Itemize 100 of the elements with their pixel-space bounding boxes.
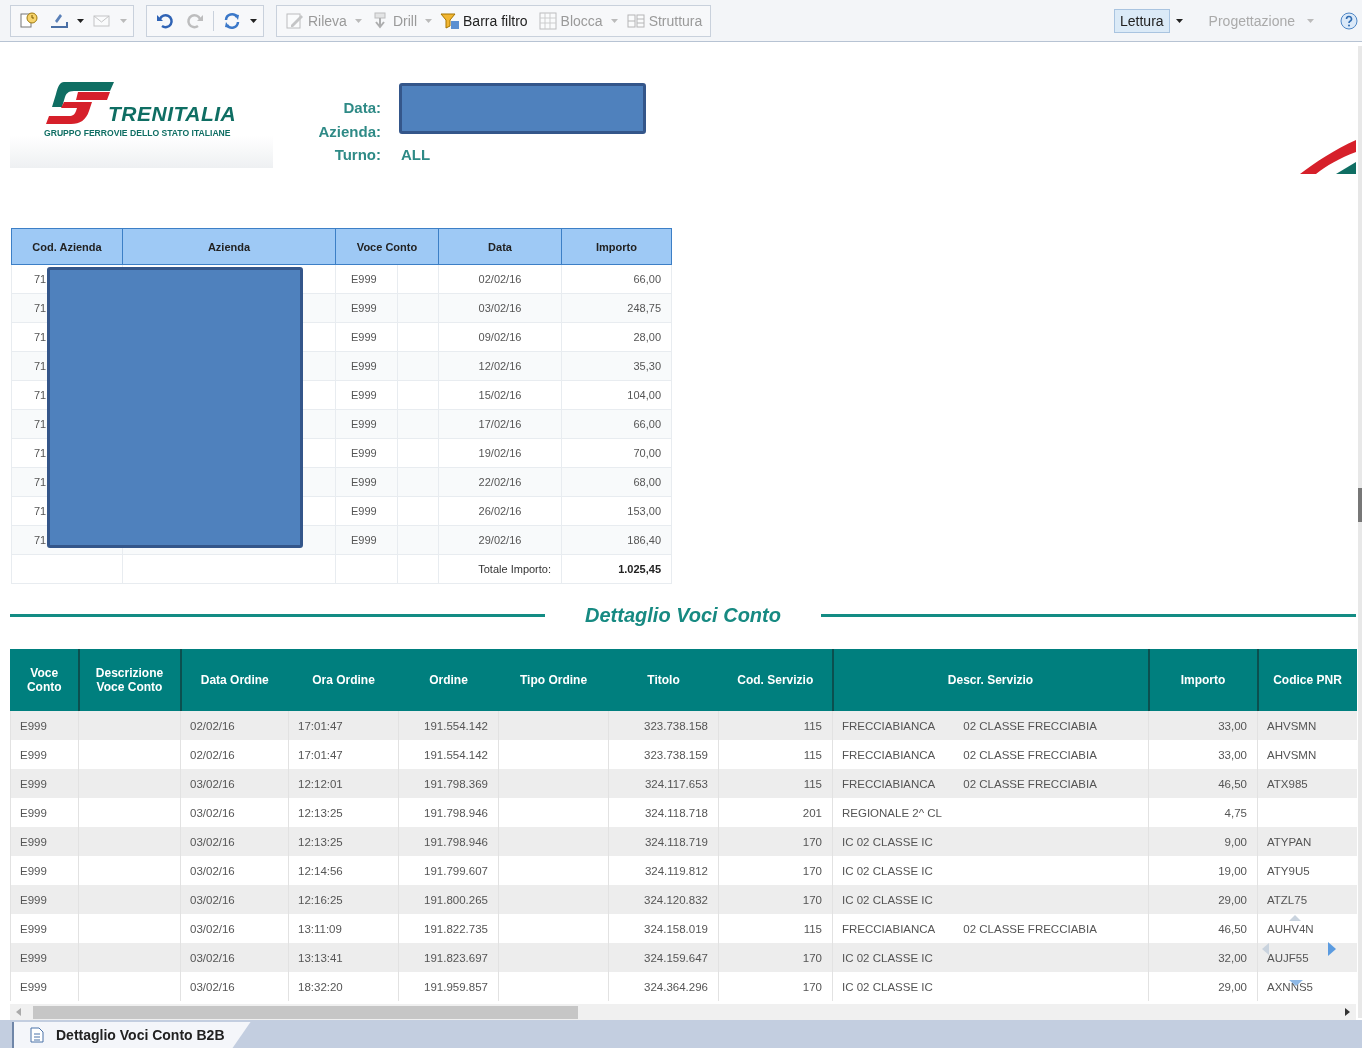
- table-cell: E999: [335, 496, 398, 526]
- column-header[interactable]: Descrizione Voce Conto: [78, 649, 181, 711]
- table-cell: E999: [335, 264, 398, 294]
- table-cell: 12:12:01: [288, 769, 399, 798]
- table-cell: 13:13:41: [288, 943, 399, 972]
- table-cell: 26/02/16: [438, 496, 562, 526]
- table-cell: 02 CLASSE FRECCIABIA: [963, 777, 1097, 790]
- scroll-left-icon[interactable]: [14, 1007, 24, 1017]
- column-header[interactable]: Voce Conto: [10, 649, 79, 711]
- table-cell: 66,00: [561, 264, 672, 294]
- table-cell: 115: [718, 711, 833, 740]
- filter-icon: [440, 10, 460, 31]
- table-cell: 324.364.296: [608, 972, 719, 1001]
- table-cell: IC 02 CLASSE IC: [832, 827, 1149, 856]
- table-cell: IC 02 CLASSE IC: [832, 972, 1149, 1001]
- field-label: Azienda:: [317, 121, 381, 142]
- toolbar-button[interactable]: Barra filtro: [438, 7, 530, 34]
- sheet-tab[interactable]: Dettaglio Voci Conto B2B: [12, 1022, 251, 1048]
- table-cell: 324.118.719: [608, 827, 719, 856]
- table-cell: E999: [335, 380, 398, 410]
- column-header[interactable]: Cod. Azienda: [11, 228, 123, 265]
- column-header[interactable]: Cod. Servizio: [718, 649, 833, 711]
- table-cell: 18:32:20: [288, 972, 399, 1001]
- table-cell: E999: [335, 293, 398, 323]
- table-cell: FRECCIABIANCA: [842, 922, 936, 935]
- scroll-thumb[interactable]: [1358, 488, 1362, 522]
- table-cell: 153,00: [561, 496, 672, 526]
- column-header[interactable]: Importo: [561, 228, 672, 265]
- table-cell: 324.120.832: [608, 885, 719, 914]
- table-cell: IC 02 CLASSE IC: [832, 943, 1149, 972]
- column-header[interactable]: Data Ordine: [180, 649, 289, 711]
- table-cell: 22/02/16: [438, 467, 562, 497]
- caret-icon[interactable]: [1175, 18, 1183, 23]
- table-cell: E999: [335, 438, 398, 468]
- table-cell: 170: [718, 943, 833, 972]
- table-cell: 19/02/16: [438, 438, 562, 468]
- column-header[interactable]: Voce Conto: [335, 228, 439, 265]
- table-cell: 191.554.142: [398, 711, 499, 740]
- table-cell: 17/02/16: [438, 409, 562, 439]
- section-title: Dettaglio Voci Conto: [584, 604, 782, 627]
- table-cell: 29/02/16: [438, 525, 562, 555]
- table-cell: 191.798.369: [398, 769, 499, 798]
- table-cell: FRECCIABIANCA: [842, 719, 936, 732]
- mode-button[interactable]: Lettura: [1114, 8, 1170, 33]
- table-cell: 29,00: [1148, 885, 1258, 914]
- table-cell: 02/02/16: [180, 711, 289, 740]
- table-cell: 02 CLASSE FRECCIABIA: [963, 748, 1097, 761]
- table-cell: 33,00: [1148, 711, 1258, 740]
- table-cell: ATZL75: [1257, 885, 1357, 914]
- table-cell: 35,30: [561, 351, 672, 381]
- horizontal-scrollbar[interactable]: [10, 1004, 1356, 1020]
- table-cell: E999: [335, 525, 398, 555]
- table-cell: 02 CLASSE FRECCIABIA: [963, 719, 1097, 732]
- table-cell: 323.738.158: [608, 711, 719, 740]
- table-cell: 68,00: [561, 467, 672, 497]
- table-icon: [537, 10, 558, 31]
- scroll-thumb[interactable]: [33, 1005, 578, 1019]
- table-cell: 170: [718, 885, 833, 914]
- column-header[interactable]: Azienda: [122, 228, 336, 265]
- table-cell: E999: [335, 351, 398, 381]
- table-cell: E999: [335, 409, 398, 439]
- field-label: Data:: [342, 98, 381, 118]
- refresh-icon: [222, 10, 242, 31]
- table-cell: FRECCIABIANCA: [842, 748, 936, 761]
- help-icon[interactable]: [1340, 11, 1358, 30]
- table-cell: 32,00: [1148, 943, 1258, 972]
- column-header[interactable]: Data: [438, 228, 562, 265]
- table-cell: E999: [335, 322, 398, 352]
- table-cell: 191.798.946: [398, 827, 499, 856]
- table-cell: E999: [10, 885, 79, 914]
- document-icon: [30, 1027, 44, 1043]
- scroll-right-icon[interactable]: [1342, 1007, 1352, 1017]
- column-header[interactable]: Importo: [1148, 649, 1258, 711]
- table-cell: E999: [10, 972, 79, 1001]
- table-cell: 03/02/16: [180, 972, 289, 1001]
- table-cell: 186,40: [561, 525, 672, 555]
- field-value: ALL: [401, 145, 431, 165]
- edit-icon: [285, 10, 305, 31]
- column-header[interactable]: Descr. Servizio: [832, 649, 1149, 711]
- column-header[interactable]: Ora Ordine: [288, 649, 399, 711]
- table-cell: 324.159.647: [608, 943, 719, 972]
- table-cell: 03/02/16: [180, 943, 289, 972]
- table-cell: 09/02/16: [438, 322, 562, 352]
- caret-icon[interactable]: [250, 18, 257, 23]
- table-cell: IC 02 CLASSE IC: [832, 885, 1149, 914]
- table-cell: 03/02/16: [180, 885, 289, 914]
- column-header[interactable]: Titolo: [608, 649, 719, 711]
- field-label: Turno:: [333, 145, 381, 165]
- table-cell: 9,00: [1148, 827, 1258, 856]
- column-header[interactable]: Ordine: [398, 649, 499, 711]
- column-header[interactable]: Tipo Ordine: [498, 649, 609, 711]
- table-cell: FRECCIABIANCA: [842, 777, 936, 790]
- table-cell: 12:16:25: [288, 885, 399, 914]
- table-cell: 29,00: [1148, 972, 1258, 1001]
- table-cell: E999: [10, 769, 79, 798]
- table-cell: 170: [718, 827, 833, 856]
- table-cell: 12:13:25: [288, 827, 399, 856]
- column-header[interactable]: Codice PNR: [1257, 649, 1357, 711]
- caret-icon[interactable]: [77, 18, 84, 23]
- table-cell: E999: [10, 943, 79, 972]
